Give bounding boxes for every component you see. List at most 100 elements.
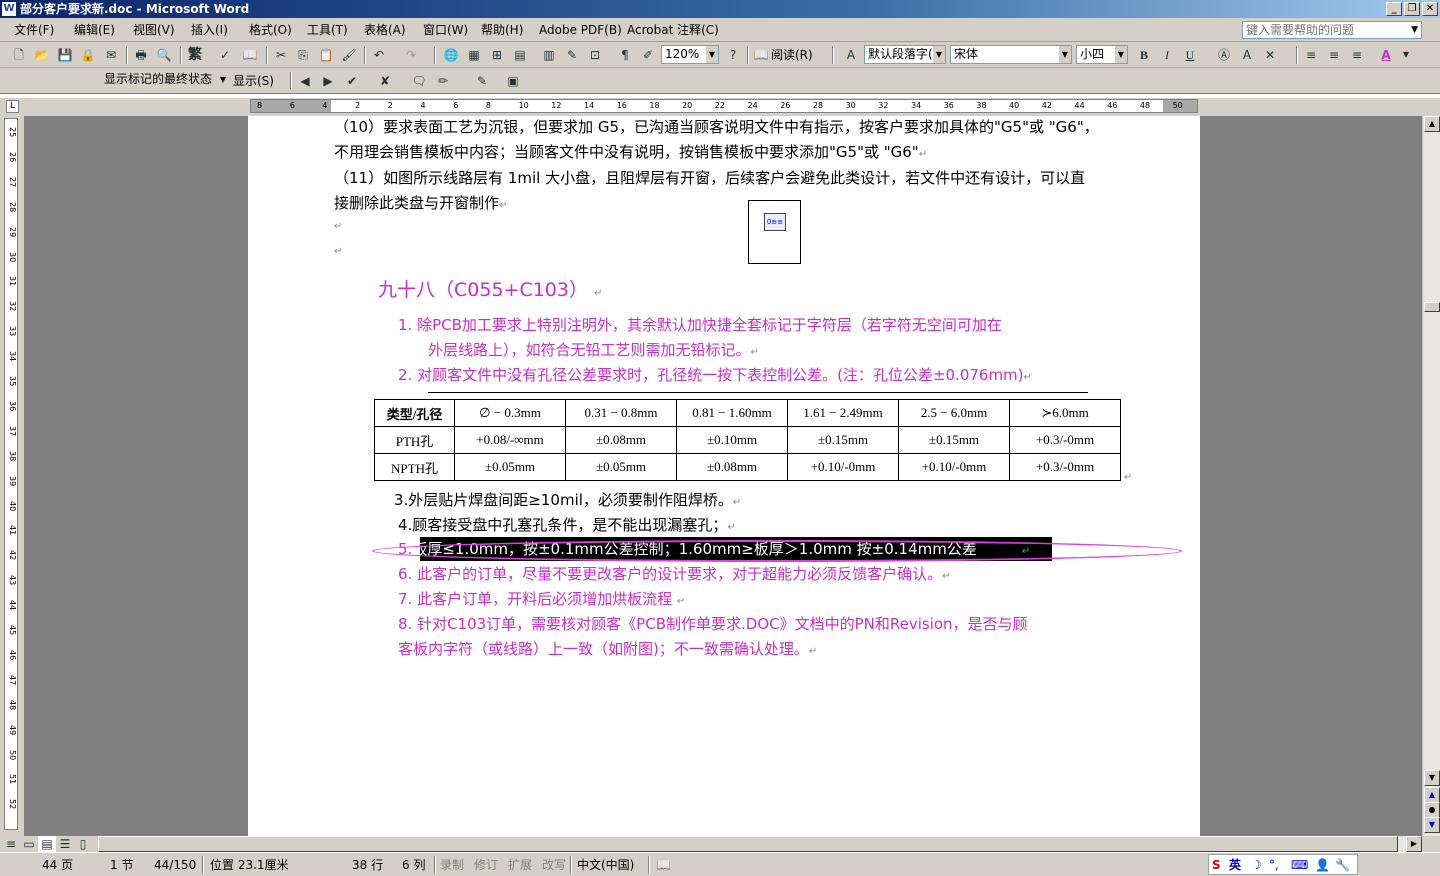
drawing-icon[interactable]: ✎ [563, 46, 581, 64]
email-icon[interactable]: ✉ [102, 46, 120, 64]
font-color-button[interactable]: A [1377, 46, 1395, 64]
scroll-up-icon[interactable]: ▲ [1424, 116, 1440, 132]
show-markup-button[interactable]: 显示(S) [233, 73, 274, 89]
menu-file[interactable]: 文件(F) [14, 22, 54, 38]
word-app-icon[interactable]: W [2, 2, 16, 16]
new-document-icon[interactable]: 🗋 [10, 46, 28, 64]
print-preview-icon[interactable]: 🔍 [155, 46, 173, 64]
vertical-ruler[interactable]: 25 26 27 28 29 30 31 32 33 34 35 36 37 38 39 40 41 42 43 44… [4, 118, 18, 830]
horizontal-ruler[interactable]: 8 6 4 2 2 4 6 8 10 12 14 16 18 20 22 24 26 28 30 32 34 36 38 40… [250, 99, 1198, 113]
menu-view[interactable]: 视图(V) [133, 22, 175, 38]
read-mode-button[interactable]: 阅读(R) [771, 47, 813, 63]
align-right-icon[interactable]: ≡ [1348, 46, 1366, 64]
horizontal-scrollbar[interactable]: ≡ ▭ ▤ ☰ ▯ ▶ [0, 836, 1440, 852]
status-page[interactable]: 44 页 [42, 857, 73, 873]
save-icon[interactable]: 💾 [56, 46, 74, 64]
italic-button[interactable]: I [1158, 46, 1176, 64]
open-folder-icon[interactable]: 📂 [33, 46, 51, 64]
reject-change-icon[interactable]: ✘ [376, 72, 394, 90]
insert-table-icon[interactable]: ⊞ [488, 46, 506, 64]
outline-view-icon[interactable]: ☰ [56, 836, 74, 852]
underline-button[interactable]: U [1181, 46, 1199, 64]
status-record[interactable]: 录制 [440, 857, 464, 873]
style-combo[interactable]: 默认段落字(▼ [864, 45, 946, 64]
status-language[interactable]: 中文(中国) [577, 857, 634, 873]
help-search-input[interactable]: 键入需要帮助的问题 ▼ [1242, 21, 1422, 39]
menu-edit[interactable]: 编辑(E) [74, 22, 115, 38]
document-map-icon[interactable]: ⊡ [586, 46, 604, 64]
font-size-combo[interactable]: 小四 ▼ [1076, 45, 1128, 64]
font-combo[interactable]: 宋体 ▼ [950, 45, 1072, 64]
status-track[interactable]: 修订 [474, 857, 498, 873]
menu-tools[interactable]: 工具(T) [307, 22, 348, 38]
redo-icon[interactable]: ↷ [402, 46, 420, 64]
scroll-thumb[interactable] [98, 836, 1398, 852]
menu-adobe-pdf[interactable]: Adobe PDF(B) [539, 22, 622, 38]
user-icon[interactable]: 👤 [1315, 857, 1330, 873]
spelling-status-icon[interactable]: 📖 [656, 857, 671, 873]
accept-change-icon[interactable]: ✔ [343, 72, 361, 90]
scroll-down-icon[interactable]: ▼ [1424, 770, 1440, 786]
chevron-down-icon[interactable]: ▼ [1115, 46, 1127, 63]
align-justify-icon[interactable]: ≡ [1302, 46, 1320, 64]
menu-acrobat-comments[interactable]: Acrobat 注释(C) [627, 22, 719, 38]
styles-formatting-icon[interactable]: A [842, 46, 860, 64]
restore-button[interactable]: ❐ [1404, 2, 1420, 16]
menu-help[interactable]: 帮助(H) [481, 22, 523, 38]
char-shading-icon[interactable]: A [1238, 46, 1256, 64]
menu-window[interactable]: 窗口(W) [423, 22, 468, 38]
chevron-down-icon[interactable]: ▼ [1059, 46, 1071, 63]
ime-language[interactable]: 英 [1229, 857, 1241, 873]
status-extend[interactable]: 扩展 [508, 857, 532, 873]
ime-toolbar[interactable]: S 英 ☽ °, ⌨ 👤 🔧 [1208, 854, 1358, 875]
format-painter-icon[interactable]: 🖌 [340, 46, 358, 64]
previous-change-icon[interactable]: ◀ [296, 72, 314, 90]
research-icon[interactable]: 📖 [241, 46, 259, 64]
columns-icon[interactable]: ▥ [540, 46, 558, 64]
minimize-button[interactable]: _ [1386, 2, 1402, 16]
permission-icon[interactable]: 🔒 [79, 46, 97, 64]
keyboard-icon[interactable]: ⌨ [1291, 857, 1308, 873]
scroll-thumb[interactable] [1424, 302, 1440, 312]
asian-layout-icon[interactable]: ✕ [1261, 46, 1279, 64]
print-layout-icon[interactable]: ▤ [38, 836, 56, 852]
chevron-down-icon[interactable]: ▼ [1411, 22, 1418, 38]
scroll-right-icon[interactable]: ▶ [1406, 836, 1422, 852]
sogou-icon[interactable]: S [1212, 857, 1221, 873]
normal-view-icon[interactable]: ≡ [2, 836, 20, 852]
menu-format[interactable]: 格式(O) [249, 22, 292, 38]
char-border-icon[interactable]: Ⓐ [1215, 46, 1233, 64]
tab-selector-icon[interactable]: L [6, 100, 19, 113]
hyperlink-icon[interactable]: 🌐 [442, 46, 460, 64]
undo-icon[interactable]: ↶ [370, 46, 388, 64]
chevron-down-icon[interactable]: ▼ [1397, 46, 1415, 64]
copy-icon[interactable]: ⎘ [294, 46, 312, 64]
previous-page-icon[interactable]: ▲ [1424, 787, 1440, 803]
markup-mode-combo[interactable]: 显示标记的最终状态 ▼ [101, 71, 229, 90]
cut-icon[interactable]: ✂ [272, 46, 290, 64]
chevron-down-icon[interactable]: ▼ [706, 46, 718, 63]
next-page-icon[interactable]: ▼ [1424, 817, 1440, 833]
bold-button[interactable]: B [1135, 46, 1153, 64]
insert-excel-icon[interactable]: ▤ [511, 46, 529, 64]
vertical-scrollbar[interactable]: ▲ ▼ ▲ ● ▼ [1422, 116, 1440, 836]
reviewing-pane-icon[interactable]: ▣ [504, 72, 522, 90]
track-changes-icon[interactable]: ✎ [473, 72, 491, 90]
spelling-icon[interactable]: ✓ [216, 46, 234, 64]
print-icon[interactable]: 🖶 [132, 46, 150, 64]
help-icon[interactable]: ? [724, 46, 742, 64]
menu-table[interactable]: 表格(A) [364, 22, 406, 38]
highlight-icon[interactable]: ✏ [434, 72, 452, 90]
paste-icon[interactable]: 📋 [317, 46, 335, 64]
menu-insert[interactable]: 插入(I) [191, 22, 228, 38]
embedded-object[interactable]: 0≡≡ [748, 200, 801, 264]
read-mode-icon[interactable]: 📖 [752, 46, 770, 64]
web-layout-icon[interactable]: ▭ [20, 836, 38, 852]
chevron-down-icon[interactable]: ▼ [217, 71, 229, 88]
reading-layout-icon[interactable]: ▯ [74, 836, 92, 852]
browse-object-icon[interactable]: ● [1424, 802, 1440, 818]
chevron-down-icon[interactable]: ▼ [933, 46, 945, 63]
traditional-chinese-button[interactable]: 繁 [186, 46, 204, 64]
punctuation-icon[interactable]: °, [1269, 857, 1279, 873]
comment-icon[interactable]: 🗨 [410, 72, 428, 90]
